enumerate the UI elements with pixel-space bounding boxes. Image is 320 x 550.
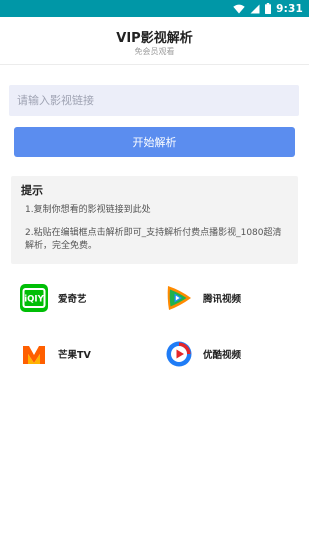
platform-label: 优酷视频 (203, 350, 242, 361)
page-subtitle: 免会员观看 (134, 47, 175, 56)
platform-label: 腾讯视频 (203, 294, 242, 305)
app-header: VIP影视解析 免会员观看 (0, 17, 309, 65)
platform-mango-tv[interactable]: 芒果TV (20, 340, 91, 368)
tips-title: 提示 (21, 184, 43, 197)
wifi-icon (233, 0, 245, 18)
iqiyi-logo-icon: iQIY (20, 284, 48, 312)
link-input[interactable] (9, 85, 299, 116)
status-bar: 9:31 (0, 0, 309, 17)
tips-card: 提示 1.复制你想看的影视链接到此处 2.粘贴在编辑框点击解析即可_支持解析付费… (11, 176, 298, 264)
platform-iqiyi[interactable]: iQIY 爱奇艺 (20, 284, 87, 312)
signal-icon (250, 0, 260, 18)
platform-label: 爱奇艺 (58, 294, 87, 305)
youku-logo-icon (165, 340, 193, 368)
svg-text:iQIY: iQIY (24, 295, 44, 305)
tencent-video-logo-icon (165, 284, 193, 312)
platform-label: 芒果TV (58, 350, 91, 361)
status-time: 9:31 (276, 2, 303, 15)
page-title: VIP影视解析 (116, 31, 193, 46)
battery-icon (265, 0, 272, 18)
tip-item-paste-parse: 2.粘贴在编辑框点击解析即可_支持解析付费点播影视_1080超清解析，完全免费。 (25, 228, 282, 251)
mango-tv-logo-icon (20, 340, 48, 368)
tip-item-copy-link: 1.复制你想看的影视链接到此处 (25, 205, 151, 215)
platform-youku[interactable]: 优酷视频 (165, 340, 241, 368)
status-icons: 9:31 (233, 0, 303, 17)
parse-button[interactable]: 开始解析 (14, 127, 295, 157)
platform-tencent-video[interactable]: 腾讯视频 (165, 284, 241, 312)
